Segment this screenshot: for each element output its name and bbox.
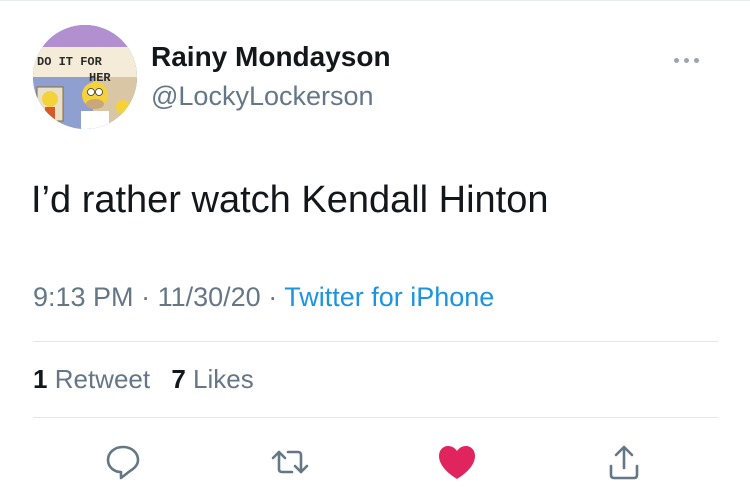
action-bar: [0, 440, 750, 484]
avatar[interactable]: DO IT FOR HER: [33, 25, 137, 129]
top-divider: [0, 0, 750, 1]
meta-separator: ·: [268, 282, 278, 312]
tweet-text: I’d rather watch Kendall Hinton: [31, 179, 549, 221]
tweet-meta: 9:13 PM · 11/30/20 · Twitter for iPhone: [33, 280, 494, 314]
like-button[interactable]: [435, 440, 479, 484]
retweets-stat[interactable]: 1 Retweet: [33, 363, 150, 395]
more-dot: [674, 57, 679, 63]
tweet-time[interactable]: 9:13 PM: [33, 282, 134, 312]
retweets-label: Retweet: [54, 364, 151, 394]
tweet-date[interactable]: 11/30/20: [158, 282, 261, 312]
reply-button[interactable]: [101, 440, 145, 484]
avatar-sign-line1: DO IT FOR: [37, 55, 103, 69]
share-button[interactable]: [602, 440, 646, 484]
avatar-image: DO IT FOR HER: [33, 25, 137, 129]
display-name[interactable]: Rainy Mondayson: [151, 40, 391, 74]
share-icon: [609, 445, 639, 480]
reply-icon: [106, 445, 140, 480]
more-options-icon[interactable]: [674, 52, 718, 68]
more-dot: [684, 57, 689, 63]
likes-stat[interactable]: 7 Likes: [171, 363, 253, 395]
user-handle[interactable]: @LockyLockerson: [151, 79, 374, 113]
likes-label: Likes: [193, 364, 254, 394]
like-icon: [439, 446, 475, 479]
divider: [33, 341, 718, 342]
retweet-icon: [271, 450, 309, 474]
divider: [33, 417, 718, 418]
likes-count: 7: [171, 364, 186, 394]
retweet-button[interactable]: [268, 440, 312, 484]
avatar-sign-line2: HER: [89, 71, 111, 85]
retweets-count: 1: [33, 364, 48, 394]
meta-separator: ·: [141, 282, 151, 312]
tweet-source-link[interactable]: Twitter for iPhone: [284, 282, 494, 312]
more-dot: [694, 57, 699, 63]
tweet-stats: 1 Retweet 7 Likes: [33, 363, 268, 395]
